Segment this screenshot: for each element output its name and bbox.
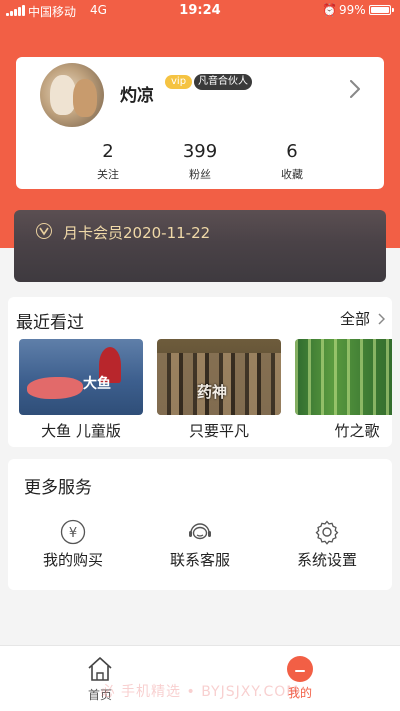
stat-value: 399 [182, 141, 218, 162]
poster-thumbnail[interactable]: 药神 [157, 339, 281, 415]
bottom-tab-bar: 首页 我的 [0, 645, 400, 711]
poster-thumbnail[interactable] [295, 339, 392, 415]
avatar[interactable] [40, 63, 104, 127]
service-label: 系统设置 [296, 551, 357, 569]
recently-watched-section: 最近看过 全部 大鱼 大鱼 儿童版 药神 只要平凡 竹之歌 [8, 297, 392, 447]
recent-item[interactable]: 大鱼 大鱼 儿童版 [19, 339, 143, 441]
customer-service-icon [189, 523, 211, 540]
profile-tab-icon [287, 656, 313, 682]
my-purchases-button[interactable]: ¥ 我的购买 [18, 519, 128, 570]
stat-label: 关注 [97, 168, 119, 181]
battery-percent: 99% [339, 3, 366, 17]
stat-fans[interactable]: 399 粉丝 [160, 141, 240, 182]
customer-service-button[interactable]: 联系客服 [145, 519, 255, 570]
recent-item[interactable]: 药神 只要平凡 [157, 339, 281, 441]
section-title: 最近看过 [16, 313, 84, 333]
vip-v-icon [36, 223, 52, 239]
stat-label: 粉丝 [189, 168, 211, 181]
stat-following[interactable]: 2 关注 [68, 141, 148, 182]
yuan-icon: ¥ [60, 519, 86, 545]
stat-value: 6 [286, 141, 298, 162]
stat-value: 2 [102, 141, 114, 162]
status-bar: 中国移动 4G 19:24 ⏰ 99% [0, 0, 400, 22]
stat-favorites[interactable]: 6 收藏 [252, 141, 332, 182]
poster-title-art: 大鱼 [83, 376, 111, 392]
battery-icon [369, 5, 394, 15]
poster-thumbnail[interactable]: 大鱼 [19, 339, 143, 415]
settings-button[interactable]: 系统设置 [272, 519, 382, 570]
chevron-right-icon[interactable] [378, 313, 385, 325]
item-title: 只要平凡 [188, 422, 249, 440]
section-title: 更多服务 [24, 478, 92, 498]
service-label: 联系客服 [169, 551, 230, 569]
membership-expiry: 月卡会员2020-11-22 [63, 224, 211, 242]
alarm-icon: ⏰ [322, 3, 337, 17]
service-label: 我的购买 [42, 551, 103, 569]
item-title: 大鱼 儿童版 [41, 422, 121, 440]
partner-badge: 凡音合伙人 [194, 74, 252, 90]
svg-text:¥: ¥ [69, 526, 77, 541]
chevron-right-icon[interactable] [350, 80, 360, 98]
poster-title-art: 药神 [197, 383, 228, 401]
membership-card[interactable]: 月卡会员2020-11-22 [14, 210, 386, 282]
profile-card[interactable]: 灼凉 vip 凡音合伙人 2 关注 399 粉丝 6 收藏 [16, 57, 384, 189]
vip-badge: vip [165, 75, 193, 89]
settings-gear-icon [315, 520, 339, 545]
watermark: 必 手机精选 • BYJSJXY.COM [100, 684, 300, 700]
view-all-link[interactable]: 全部 [340, 308, 370, 329]
home-icon [88, 657, 112, 681]
more-services-section: 更多服务 ¥ 我的购买 联系客服 系统设置 [8, 459, 392, 590]
item-title: 竹之歌 [334, 422, 380, 440]
stat-label: 收藏 [281, 168, 303, 181]
username: 灼凉 [120, 86, 154, 106]
recent-item[interactable]: 竹之歌 [295, 339, 392, 441]
